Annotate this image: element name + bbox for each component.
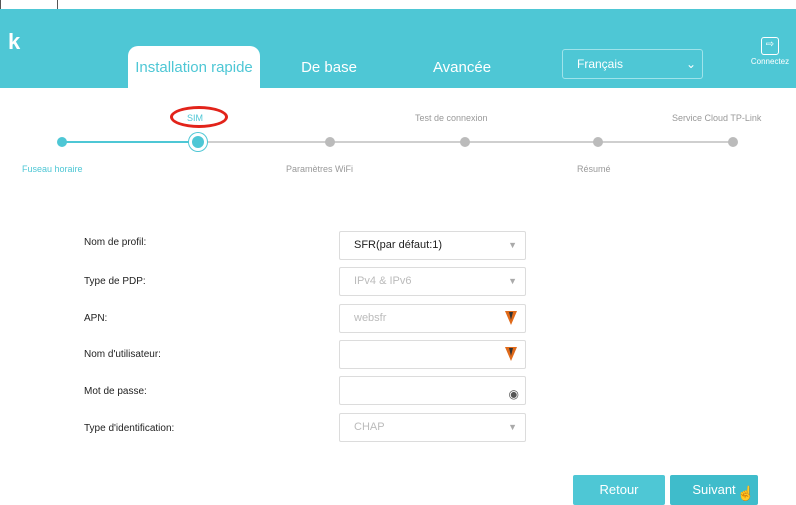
tab-avancee[interactable]: Avancée <box>412 46 512 88</box>
step-dot-sim <box>192 136 204 148</box>
logout-label: Connectez <box>750 57 790 66</box>
auth-type-select[interactable]: CHAP ▼ <box>339 413 526 442</box>
pointer-cursor-icon: ☝ <box>737 485 755 501</box>
pdp-type-value: IPv4 & IPv6 <box>354 275 412 287</box>
apn-label: APN: <box>84 313 108 324</box>
step-dot-cloud <box>728 137 738 147</box>
password-input[interactable]: ◉ <box>339 376 526 405</box>
step-label-resume: Résumé <box>577 164 611 174</box>
pdp-type-label: Type de PDP: <box>84 276 146 287</box>
step-label-wifi: Paramètres WiFi <box>286 164 354 174</box>
dropdown-arrow-icon: ▼ <box>508 276 517 286</box>
auth-type-label: Type d'identification: <box>84 423 175 434</box>
profile-name-label: Nom de profil: <box>84 237 147 248</box>
warning-marker-icon <box>505 311 517 325</box>
tab-de-base[interactable]: De base <box>284 46 374 88</box>
username-label: Nom d'utilisateur: <box>84 349 161 360</box>
step-label-test-connexion: Test de connexion <box>415 113 488 123</box>
highlight-circle <box>170 106 228 128</box>
step-label-cloud: Service Cloud TP-Link <box>672 113 762 123</box>
profile-name-value: SFR(par défaut:1) <box>354 239 443 251</box>
apn-input[interactable]: websfr <box>339 304 526 333</box>
step-label-fuseau: Fuseau horaire <box>22 164 83 174</box>
logout-icon: ⇨ <box>761 37 779 55</box>
auth-type-value: CHAP <box>354 421 385 433</box>
step-dot-wifi <box>325 137 335 147</box>
apn-value: websfr <box>354 312 387 324</box>
logout-button[interactable]: ⇨ Connectez <box>742 37 796 66</box>
pdp-type-select[interactable]: IPv4 & IPv6 ▼ <box>339 267 526 296</box>
eye-icon[interactable]: ◉ <box>509 381 519 408</box>
language-selected-value: Français <box>577 57 624 71</box>
password-label: Mot de passe: <box>84 386 147 397</box>
username-input[interactable] <box>339 340 526 369</box>
profile-name-select[interactable]: SFR(par défaut:1) ▼ <box>339 231 526 260</box>
dropdown-arrow-icon: ▼ <box>508 422 517 432</box>
dropdown-arrow-icon: ▼ <box>508 240 517 250</box>
tab-installation-rapide[interactable]: Installation rapide <box>128 46 260 88</box>
step-dot-test <box>460 137 470 147</box>
top-header: k Installation rapide De base Avancée Fr… <box>0 9 796 88</box>
brand-logo: k <box>8 29 21 54</box>
warning-marker-icon <box>505 347 517 361</box>
step-dot-fuseau <box>57 137 67 147</box>
back-button[interactable]: Retour <box>573 475 665 505</box>
chevron-down-icon: ⌄ <box>685 57 696 71</box>
progress-track-done <box>62 141 198 143</box>
step-dot-resume <box>593 137 603 147</box>
language-select[interactable]: Français ⌄ <box>562 49 703 79</box>
